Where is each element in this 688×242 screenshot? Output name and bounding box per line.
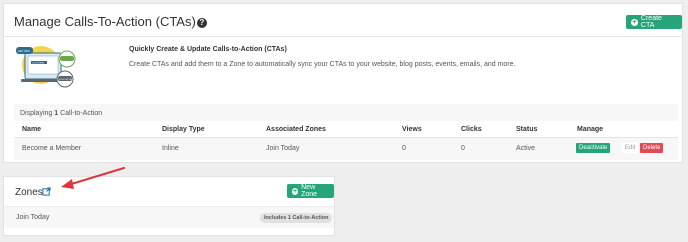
illustration-label-2: FOLLOW US <box>59 79 72 81</box>
column-header-name[interactable]: Name <box>22 126 41 133</box>
cell-clicks: 0 <box>461 145 465 152</box>
zone-cta-count-badge: Includes 1 Call-to-Action <box>260 213 333 223</box>
cell-name: Become a Member <box>22 145 82 152</box>
column-header-display-type[interactable]: Display Type <box>162 126 205 133</box>
new-zone-button[interactable]: + New Zone <box>287 184 334 198</box>
column-header-views[interactable]: Views <box>402 126 422 133</box>
cta-card: Manage Calls-To-Action (CTAs)? + Create … <box>3 3 683 163</box>
plus-icon: + <box>631 18 638 26</box>
zone-name: Join Today <box>16 214 50 221</box>
cell-display-type: Inline <box>162 145 179 152</box>
page-title: Manage Calls-To-Action (CTAs)? <box>14 14 207 29</box>
cell-status: Active <box>516 145 536 152</box>
create-cta-label: Create CTA <box>640 15 662 29</box>
create-cta-button[interactable]: + Create CTA <box>626 15 682 29</box>
plus-icon: + <box>292 187 299 195</box>
external-link-icon[interactable] <box>42 187 51 196</box>
column-header-status[interactable]: Status <box>516 126 537 133</box>
deactivate-button[interactable]: Deactivate <box>576 143 611 153</box>
page-title-text: Manage Calls-To-Action (CTAs) <box>14 14 196 29</box>
zones-title: Zones <box>15 187 43 198</box>
cta-table-panel: Displaying 1 Call-to-Action Name Display… <box>14 104 678 160</box>
help-icon[interactable]: ? <box>196 18 207 28</box>
column-header-associated-zones[interactable]: Associated Zones <box>266 126 326 133</box>
annotation-arrow-icon <box>61 166 126 189</box>
cta-card-header: Manage Calls-To-Action (CTAs)? + Create … <box>4 4 682 37</box>
column-header-manage: Manage <box>577 126 604 133</box>
promo-text: Create CTAs and add them to a Zone to au… <box>129 61 516 68</box>
zones-card: Zones + New Zone Join Today Includes 1 C… <box>3 176 335 236</box>
illustration-label-0: GET INFO <box>18 49 30 53</box>
cell-associated-zones: Join Today <box>266 145 300 152</box>
illustration-label-1: CLICK HERE <box>32 63 45 65</box>
new-zone-label: New Zone <box>301 184 318 198</box>
displaying-suffix: Call-to-Action <box>58 110 103 117</box>
cell-views: 0 <box>402 145 406 152</box>
column-header-clicks[interactable]: Clicks <box>461 126 482 133</box>
displaying-count: Displaying 1 Call-to-Action <box>20 110 102 117</box>
promo-title: Quickly Create & Update Calls-to-Action … <box>129 46 287 53</box>
displaying-prefix: Displaying <box>20 110 55 117</box>
delete-button[interactable]: Delete <box>640 143 664 153</box>
zone-list-item[interactable]: Join Today Includes 1 Call-to-Action <box>4 206 334 228</box>
edit-button[interactable]: Edit <box>622 143 639 153</box>
table-header: Name Display Type Associated Zones Views… <box>14 121 678 138</box>
table-row: Become a Member Inline Join Today 0 0 Ac… <box>14 139 678 158</box>
cta-illustration: CLICK HERE GET INFO FOLLOW US <box>16 46 76 88</box>
